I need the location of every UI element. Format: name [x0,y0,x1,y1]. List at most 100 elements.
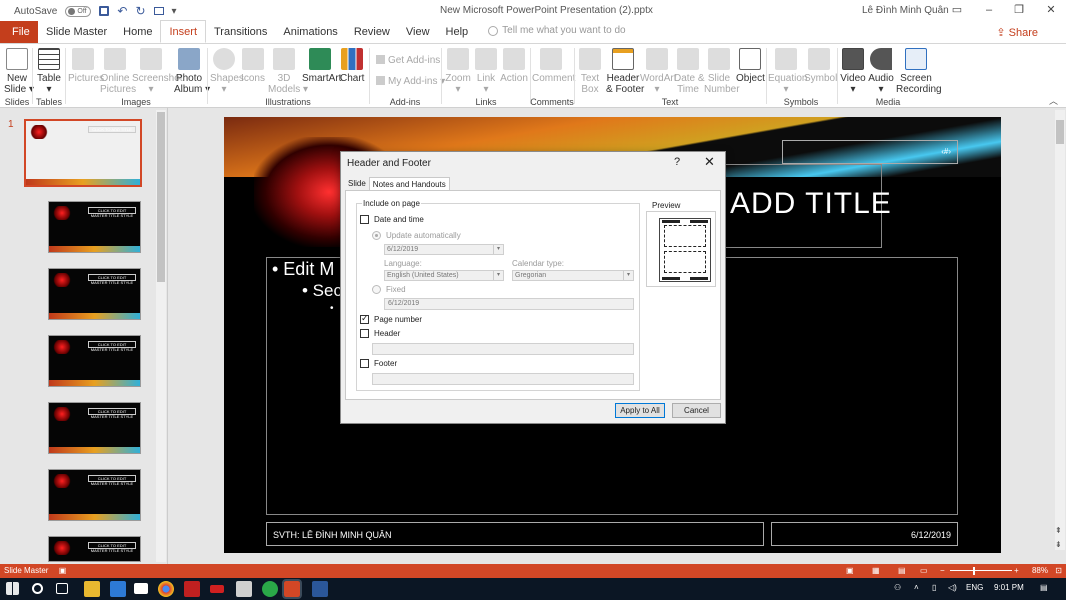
user-name[interactable]: Lê Đình Minh Quân [862,5,949,16]
restore-icon[interactable]: ❐ [1012,3,1026,17]
my-addins-button[interactable]: My Add-ins ▾ [376,76,445,87]
autosave-toggle[interactable]: Off [65,5,92,17]
zoom-slider-thumb[interactable] [973,567,975,575]
online-pictures-button[interactable]: Online Pictures [100,46,136,95]
zoom-slider[interactable] [950,570,1012,571]
tab-animations[interactable]: Animations [275,21,345,43]
link-button[interactable]: Link ▾ [474,46,498,95]
action-button[interactable]: Action [500,46,528,84]
mail-icon[interactable] [134,583,148,594]
slide-sorter-icon[interactable]: ▦ [872,564,880,578]
thumbnail-scrollbar[interactable] [156,110,166,562]
date-placeholder[interactable]: 6/12/2019 [771,522,958,546]
next-slide-icon[interactable]: ⇟ [1055,540,1062,549]
app-shoe-icon[interactable] [210,585,224,593]
tab-transitions[interactable]: Transitions [206,21,275,43]
people-icon[interactable]: ⚇ [894,583,901,592]
chart-button[interactable]: Chart [340,46,364,84]
cancel-button[interactable]: Cancel [672,403,721,418]
symbol-button[interactable]: Symbol [804,46,837,84]
date-format-select[interactable]: 6/12/2019 ▾ [384,244,504,255]
pictures-button[interactable]: Pictures [68,46,104,84]
chrome-icon[interactable] [158,581,174,597]
footer-text-input[interactable] [372,373,634,385]
tell-me-search[interactable]: Tell me what you want to do [486,22,686,39]
object-button[interactable]: Object [736,46,765,84]
tab-home[interactable]: Home [115,21,160,43]
fixed-radio[interactable] [372,285,381,294]
layout-thumbnail[interactable]: CLICK TO EDIT MASTER TITLE STYLE [48,402,141,454]
comment-button[interactable]: Comment [532,46,575,84]
slideshow-icon[interactable] [153,7,164,15]
tab-view[interactable]: View [398,21,438,43]
slide-number-button[interactable]: Slide Number [704,46,740,95]
input-language[interactable]: ENG [966,583,983,592]
start-icon[interactable] [6,582,19,595]
tray-chevron-icon[interactable]: ˄ [914,583,919,592]
tab-help[interactable]: Help [438,21,477,43]
video-button[interactable]: Video ▾ [840,46,866,95]
date-time-checkbox[interactable] [360,215,369,224]
normal-view-icon[interactable]: ▣ [846,564,854,578]
layout-thumbnail[interactable]: CLICK TO EDIT MASTER TITLE STYLE [48,469,141,521]
language-select[interactable]: English (United States) ▾ [384,270,504,281]
save-icon[interactable] [99,6,110,16]
undo-icon[interactable]: ↶ [117,4,127,18]
volume-icon[interactable]: ◁) [948,583,957,592]
zoom-in-icon[interactable]: + [1014,564,1019,578]
editor-scrollbar[interactable] [1055,110,1065,550]
layout-thumbnail[interactable]: CLICK TO EDIT MASTER TITLE STYLE [48,201,141,253]
zoom-level[interactable]: 88% [1032,564,1048,578]
slideshow-view-icon[interactable]: ▭ [920,564,928,578]
photo-album-button[interactable]: Photo Album ▾ [174,46,210,95]
reading-view-icon[interactable]: ▤ [898,564,906,578]
powerpoint-icon[interactable] [282,579,302,599]
help-icon[interactable]: ? [674,156,680,168]
customize-qat-icon[interactable]: ▾ [172,6,177,17]
app-green-icon[interactable] [262,581,278,597]
screen-recording-button[interactable]: Screen Recording [896,46,942,95]
app-red-icon[interactable] [184,581,200,597]
table-button[interactable]: Table ▾ [36,46,62,95]
header-checkbox[interactable] [360,329,369,338]
page-number-checkbox[interactable] [360,313,369,324]
header-text-input[interactable] [372,343,634,355]
text-box-button[interactable]: Text Box [576,46,604,95]
fit-slide-icon[interactable]: ⊡ [1055,564,1062,578]
equation-button[interactable]: Equation ▾ [768,46,807,95]
date-time-button[interactable]: Date & Time [674,46,705,95]
layout-thumbnail[interactable]: CLICK TO EDIT MASTER TITLE STYLE [48,536,141,562]
layout-thumbnail[interactable]: CLICK TO EDIT MASTER TITLE STYLE [48,268,141,320]
minimize-icon[interactable]: – [982,3,996,17]
tab-file[interactable]: File [0,21,38,43]
layout-thumbnail[interactable]: CLICK TO EDIT MASTER TITLE STYLE [48,335,141,387]
header-footer-button[interactable]: Header & Footer [606,46,644,95]
tab-review[interactable]: Review [346,21,398,43]
accessibility-icon[interactable]: ▣ [59,566,67,575]
app-gray-icon[interactable] [236,581,252,597]
close-icon[interactable]: ✕ [704,154,715,170]
icons-button[interactable]: Icons [240,46,266,84]
collapse-ribbon-icon[interactable]: ︿ [1049,94,1058,107]
task-view-icon[interactable] [56,583,68,594]
get-addins-button[interactable]: Get Add-ins [376,55,440,66]
redo-icon[interactable]: ↻ [135,4,145,18]
smartart-button[interactable]: SmartArt [302,46,341,84]
search-icon[interactable] [32,583,43,594]
ribbon-display-options-icon[interactable]: ▭ [950,3,964,17]
footer-placeholder[interactable]: SVTH: LÊ ĐÌNH MINH QUÂN [266,522,764,546]
footer-checkbox[interactable] [360,359,369,368]
audio-button[interactable]: Audio ▾ [868,46,894,95]
notifications-icon[interactable]: ▤ [1040,583,1048,592]
screenshot-button[interactable]: Screenshot ▾ [132,46,183,95]
tab-slide-master[interactable]: Slide Master [38,21,115,43]
tab-notes-handouts[interactable]: Notes and Handouts [368,177,450,191]
tab-insert[interactable]: Insert [160,20,206,43]
word-icon[interactable] [312,581,328,597]
store-icon[interactable] [110,581,126,597]
master-thumbnail[interactable]: CLICK TO ADD TITLE [24,119,142,187]
shapes-button[interactable]: Shapes ▾ [210,46,244,95]
prev-slide-icon[interactable]: ⇞ [1055,526,1062,535]
file-explorer-icon[interactable] [84,581,100,597]
wordart-button[interactable]: WordArt ▾ [640,46,677,95]
